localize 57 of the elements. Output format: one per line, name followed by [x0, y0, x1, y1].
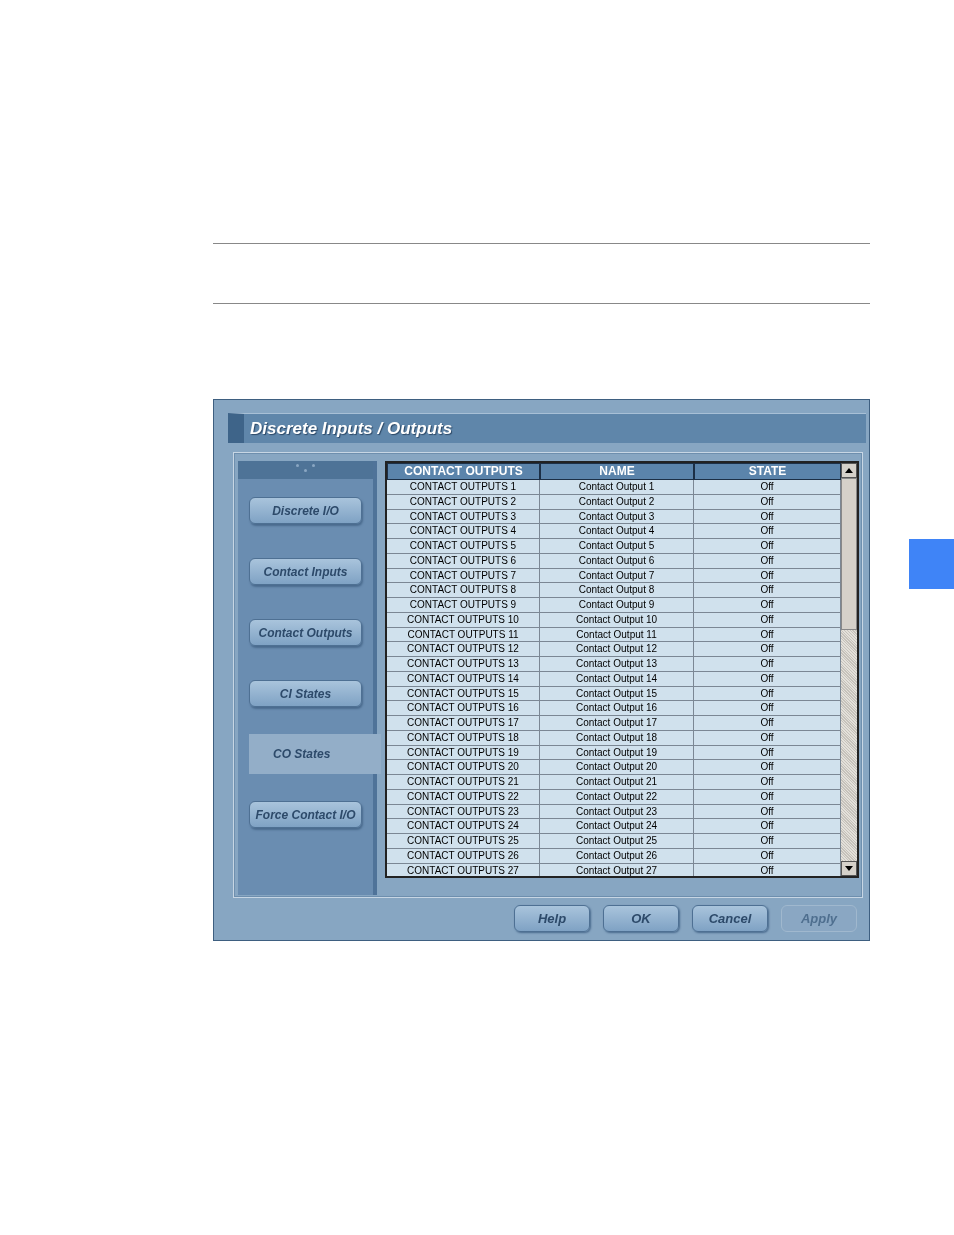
scroll-thumb[interactable]	[841, 478, 857, 630]
nav-button[interactable]: Force Contact I/O	[249, 801, 362, 828]
table-cell: Contact Output 1	[540, 480, 694, 495]
nav-button[interactable]: CO States	[249, 734, 381, 774]
column-header: STATE	[694, 463, 841, 480]
table-cell: CONTACT OUTPUTS 5	[387, 539, 540, 554]
table-cell: CONTACT OUTPUTS 25	[387, 834, 540, 849]
table-cell: CONTACT OUTPUTS 4	[387, 524, 540, 539]
table-cell: Contact Output 8	[540, 583, 694, 598]
table-cell: Contact Output 16	[540, 701, 694, 716]
nav-button[interactable]: Contact Inputs	[249, 558, 362, 585]
nav-button[interactable]: CI States	[249, 680, 362, 707]
table-cell: CONTACT OUTPUTS 24	[387, 819, 540, 834]
table-cell: Off	[694, 716, 841, 731]
table-cell: Off	[694, 834, 841, 849]
table-cell: Contact Output 25	[540, 834, 694, 849]
table-cell: Contact Output 5	[540, 539, 694, 554]
chapter-tab-marker	[909, 539, 954, 589]
nav-button[interactable]: Discrete I/O	[249, 497, 362, 524]
table-cell: Contact Output 9	[540, 598, 694, 613]
dialog-button[interactable]: Help	[514, 905, 590, 932]
scrollbar[interactable]	[841, 463, 857, 876]
table-cell: Contact Output 21	[540, 775, 694, 790]
table-cell: Contact Output 17	[540, 716, 694, 731]
table-cell: CONTACT OUTPUTS 8	[387, 583, 540, 598]
table-cell: Off	[694, 539, 841, 554]
table-cell: Off	[694, 819, 841, 834]
table-cell: Contact Output 4	[540, 524, 694, 539]
column-header: CONTACT OUTPUTS	[387, 463, 540, 480]
table-cell: Contact Output 20	[540, 760, 694, 775]
window-title: Discrete Inputs / Outputs	[250, 418, 453, 439]
table-cell: CONTACT OUTPUTS 20	[387, 760, 540, 775]
table-cell: Contact Output 12	[540, 642, 694, 657]
table-cell: CONTACT OUTPUTS 21	[387, 775, 540, 790]
table-cell: CONTACT OUTPUTS 1	[387, 480, 540, 495]
table-cell: CONTACT OUTPUTS 17	[387, 716, 540, 731]
table-cell: Off	[694, 760, 841, 775]
dialog-button[interactable]: Cancel	[692, 905, 768, 932]
table-cell: Contact Output 24	[540, 819, 694, 834]
table-cell: Off	[694, 583, 841, 598]
table-cell: Off	[694, 480, 841, 495]
table-cell: Off	[694, 642, 841, 657]
table-cell: CONTACT OUTPUTS 12	[387, 642, 540, 657]
dialog-button[interactable]: OK	[603, 905, 679, 932]
table-cell: Off	[694, 657, 841, 672]
scroll-down-icon[interactable]	[841, 861, 857, 876]
table-cell: CONTACT OUTPUTS 9	[387, 598, 540, 613]
table-cell: CONTACT OUTPUTS 13	[387, 657, 540, 672]
nav-button[interactable]: Contact Outputs	[249, 619, 362, 646]
table-cell: Off	[694, 524, 841, 539]
table-cell: Off	[694, 775, 841, 790]
column-header: NAME	[540, 463, 694, 480]
table-cell: Contact Output 13	[540, 657, 694, 672]
scroll-up-icon[interactable]	[841, 463, 857, 478]
table-cell: Off	[694, 701, 841, 716]
table-cell: Off	[694, 598, 841, 613]
table-cell: CONTACT OUTPUTS 16	[387, 701, 540, 716]
